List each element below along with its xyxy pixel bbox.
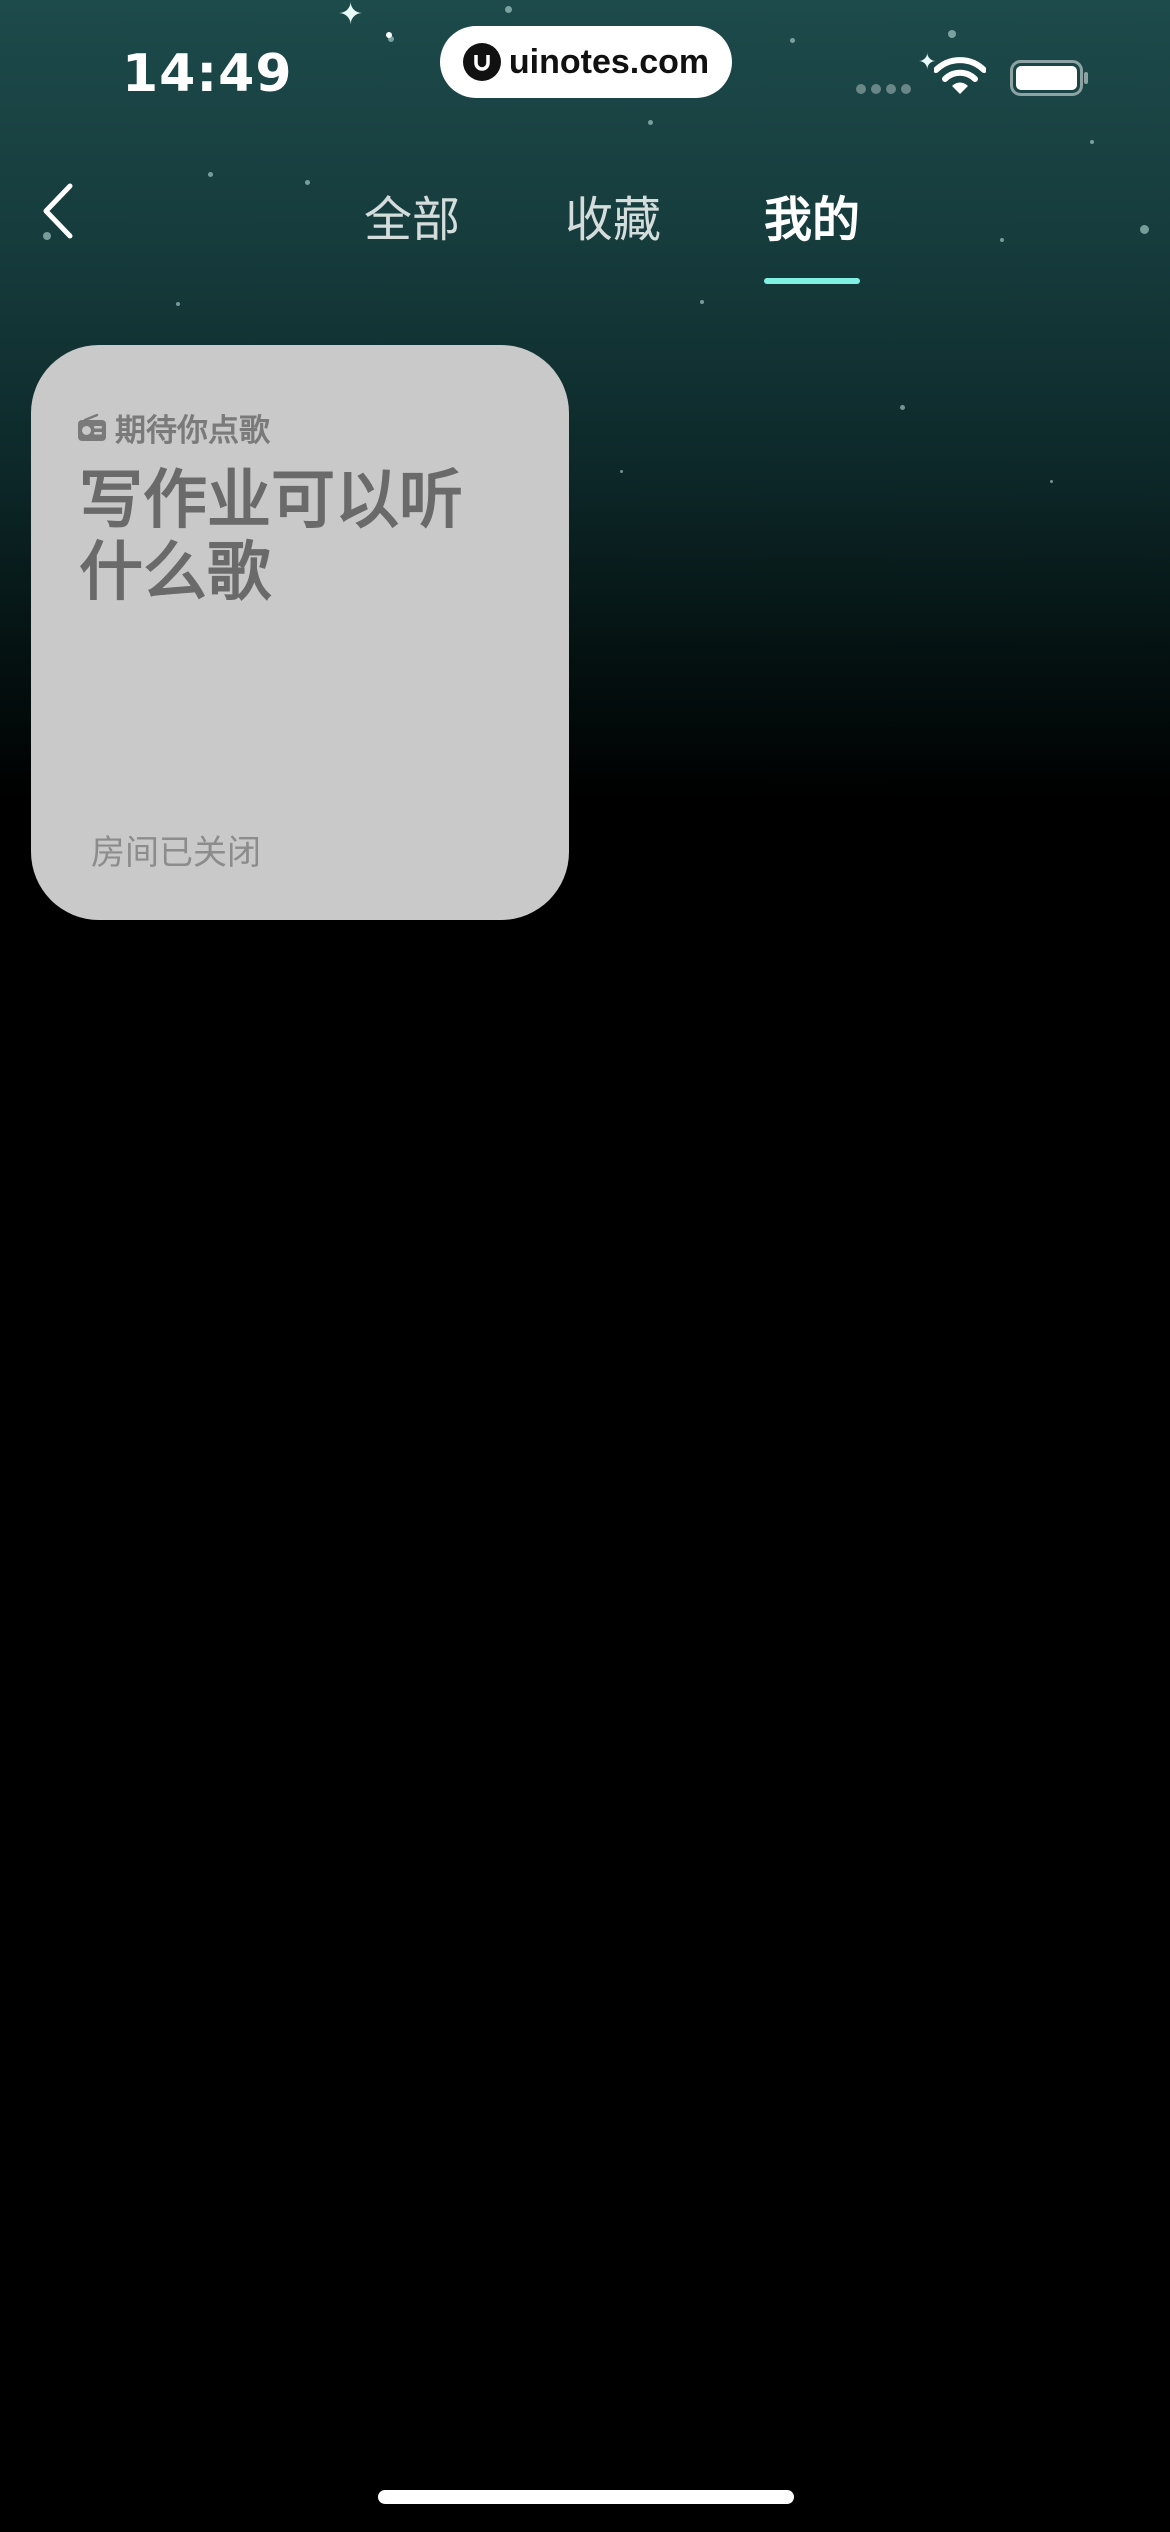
room-tag: 期待你点歌 [77, 405, 270, 450]
tab-mine[interactable]: 我的 [764, 180, 860, 250]
battery-icon [1010, 60, 1088, 96]
cellular-signal-icon [856, 84, 911, 94]
tab-favorites[interactable]: 收藏 [565, 180, 661, 250]
status-time: 14:49 [122, 44, 293, 104]
screen: ✦ ✦ 14:49 uinotes.com 全部 收藏 我的 期待你点歌 写作业… [0, 0, 1170, 2532]
room-status: 房间已关闭 [91, 833, 261, 873]
room-title: 写作业可以听什么歌 [79, 464, 463, 610]
status-bar: 14:49 uinotes.com [0, 0, 1170, 150]
wifi-icon [934, 57, 986, 94]
home-indicator[interactable] [378, 2490, 794, 2504]
tab-all[interactable]: 全部 [364, 180, 460, 250]
tab-active-indicator [764, 278, 860, 284]
radio-icon [78, 413, 106, 441]
room-card[interactable]: 期待你点歌 写作业可以听什么歌 房间已关闭 [31, 345, 569, 920]
back-button[interactable] [28, 176, 88, 246]
watermark-logo-icon [462, 43, 501, 81]
watermark-text: uinotes.com [508, 42, 710, 81]
chevron-left-icon [43, 183, 73, 239]
watermark-badge: uinotes.com [440, 26, 732, 98]
room-tag-label: 期待你点歌 [115, 413, 270, 449]
